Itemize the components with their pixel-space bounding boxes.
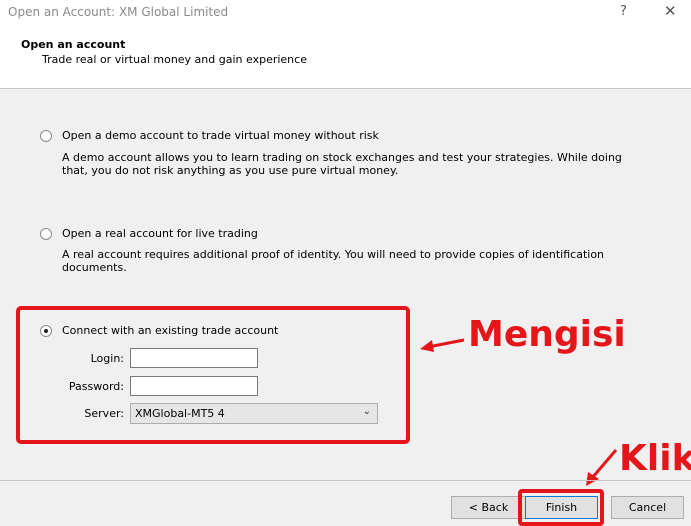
help-icon[interactable]: ? [620, 4, 627, 19]
real-account-description: A real account requires additional proof… [62, 248, 605, 274]
fill-annotation: Mengisi [468, 314, 626, 355]
footer-divider [0, 480, 691, 481]
title-bar: Open an Account: XM Global Limited ? ✕ [0, 0, 691, 26]
demo-account-radio[interactable] [40, 130, 52, 142]
real-account-radio[interactable] [40, 228, 52, 240]
form-highlight-box [16, 306, 410, 444]
header-title: Open an account [21, 38, 126, 51]
demo-account-description: A demo account allows you to learn tradi… [62, 151, 622, 177]
down-left-arrow-icon [586, 449, 618, 486]
left-arrow-icon [420, 338, 465, 352]
demo-account-label[interactable]: Open a demo account to trade virtual mon… [62, 129, 379, 142]
finish-highlight-box [518, 489, 604, 526]
cancel-button[interactable]: Cancel [611, 496, 684, 519]
window-title: Open an Account: XM Global Limited [8, 5, 229, 19]
back-button[interactable]: < Back [451, 496, 526, 519]
click-annotation: Klik [619, 438, 691, 479]
header-subtitle: Trade real or virtual money and gain exp… [42, 53, 307, 66]
close-icon[interactable]: ✕ [664, 2, 677, 20]
wizard-header: Open an account Trade real or virtual mo… [0, 26, 691, 89]
real-account-label[interactable]: Open a real account for live trading [62, 227, 258, 240]
